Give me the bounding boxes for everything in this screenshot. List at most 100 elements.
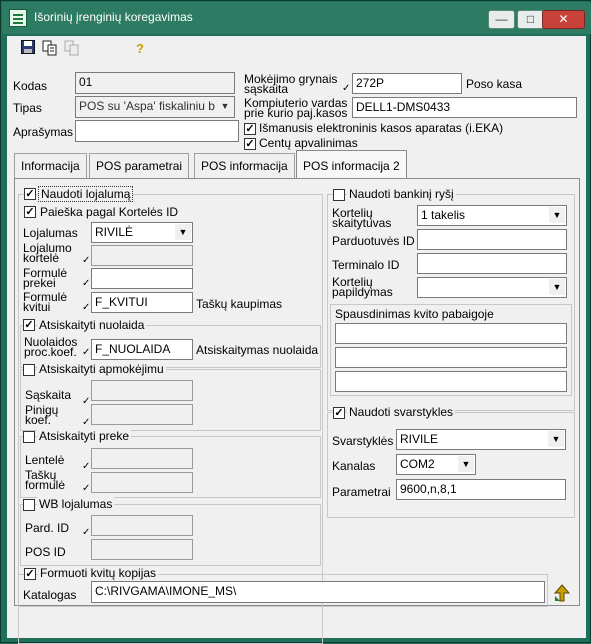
pard-field[interactable] xyxy=(91,515,193,536)
katalogas-field[interactable]: C:\RIVGAMA\IMONE_MS\ xyxy=(91,581,545,603)
pinigu-label: Pinigų koef. xyxy=(25,403,59,427)
copy-icon xyxy=(63,40,81,58)
lojalumas-value: RIVILĖ xyxy=(95,225,134,239)
spausdinimas-line-1[interactable] xyxy=(335,323,567,344)
kvitui-field[interactable]: F_KVITUI xyxy=(91,292,193,313)
prekei-label: Formulė prekei xyxy=(23,266,68,290)
koef-field[interactable]: F_NUOLAIDA xyxy=(91,339,193,360)
tab-pos-parametrai[interactable]: POS parametrai xyxy=(89,153,190,178)
nuolaida-checkbox[interactable]: ✓ xyxy=(23,319,35,331)
pinigu-field[interactable] xyxy=(91,404,193,425)
pard-label: Pard. ID xyxy=(25,521,70,535)
kortele-label: Lojalumo kortelė xyxy=(23,241,72,265)
wb-checkbox[interactable] xyxy=(23,499,35,511)
kvitui-desc: Taškų kaupimas xyxy=(196,297,283,311)
save-icon[interactable] xyxy=(19,40,37,58)
lentele-field[interactable] xyxy=(91,448,193,469)
svarstykles-value: RIVILE xyxy=(400,432,439,446)
app-icon xyxy=(9,9,27,27)
ismanusis-checkbox[interactable]: ✓ xyxy=(244,123,256,135)
papildymas-select[interactable]: ▼ xyxy=(417,277,567,298)
tipas-value: POS su 'Aspa' fiskaliniu b xyxy=(79,99,215,113)
mokejimo-field[interactable]: 272P xyxy=(352,73,462,94)
aprasymas-label: Aprašymas xyxy=(13,125,74,139)
ismanusis-label: Išmanusis elektroninis kasos aparatas (i… xyxy=(259,121,504,135)
window-title: Išorinių įrenginių koregavimas xyxy=(34,10,193,24)
kodas-field[interactable]: 01 xyxy=(75,72,235,94)
pos-id-field[interactable] xyxy=(91,539,193,560)
folder-browse-icon[interactable] xyxy=(553,584,571,602)
mokejimo-desc: Poso kasa xyxy=(466,77,523,91)
terminalo-label: Terminalo ID xyxy=(332,258,400,272)
paieska-checkbox[interactable]: ✓ xyxy=(24,206,36,218)
kortele-field[interactable] xyxy=(91,245,193,266)
terminalo-field[interactable] xyxy=(417,253,567,274)
bankinis-label: Naudoti bankinį ryšį xyxy=(347,187,456,201)
spausdinimas-label: Spausdinimas kvito pabaigoje xyxy=(335,307,494,321)
naudoti-lojaluma-checkbox[interactable]: ✓ xyxy=(24,188,36,200)
wb-label: WB lojalumas xyxy=(37,497,115,511)
saskaita-label: Sąskaita xyxy=(25,388,72,402)
koef-desc: Atsiskaitymas nuolaida xyxy=(196,343,319,357)
spausdinimas-line-3[interactable] xyxy=(335,371,567,392)
print-icon[interactable] xyxy=(41,40,59,58)
parametrai-label: Parametrai xyxy=(332,485,391,499)
chevron-down-icon[interactable]: ▼ xyxy=(549,207,565,223)
chevron-down-icon[interactable]: ▼ xyxy=(175,224,191,240)
chevron-down-icon[interactable]: ▼ xyxy=(217,98,233,114)
paieska-label: Paieška pagal Kortelės ID xyxy=(40,205,179,219)
kopijas-checkbox[interactable]: ✓ xyxy=(24,568,36,580)
kopijas-label: Formuoti kvitų kopijas xyxy=(38,566,159,580)
lojalumas-select[interactable]: RIVILĖ ▼ xyxy=(91,222,193,243)
parduotuves-label: Parduotuvės ID xyxy=(332,234,415,248)
skaitytuvas-value: 1 takelis xyxy=(421,208,466,222)
kanalas-label: Kanalas xyxy=(332,459,376,473)
help-icon[interactable]: ? xyxy=(131,40,149,58)
tab-pos-informacija[interactable]: POS informacija xyxy=(194,153,295,178)
skaitytuvas-select[interactable]: 1 takelis ▼ xyxy=(417,205,567,226)
prekei-field[interactable] xyxy=(91,268,193,289)
minimize-button[interactable]: — xyxy=(488,10,515,29)
tab-pos-informacija-2[interactable]: POS informacija 2 xyxy=(296,150,407,179)
koef-label: Nuolaidos proc.koef. xyxy=(24,335,78,359)
window: Išorinių įrenginių koregavimas — □ ✕ ? K… xyxy=(0,0,591,644)
client-area: ? Kodas 01 Tipas POS su 'Aspa' fiskalini… xyxy=(7,36,586,644)
naudoti-lojaluma-label: Naudoti lojalumą xyxy=(38,186,134,202)
kodas-label: Kodas xyxy=(13,79,48,93)
svarstykles-select[interactable]: RIVILE ▼ xyxy=(396,429,566,450)
apmokejimu-checkbox[interactable] xyxy=(23,364,35,376)
chevron-down-icon[interactable]: ▼ xyxy=(549,279,565,295)
tipas-label: Tipas xyxy=(13,101,42,115)
preke-checkbox[interactable] xyxy=(23,431,35,443)
aprasymas-field[interactable] xyxy=(75,120,239,142)
lojalumas-label: Lojalumas xyxy=(23,226,78,240)
parametrai-field[interactable]: 9600,n,8,1 xyxy=(396,479,566,500)
close-button[interactable]: ✕ xyxy=(542,10,585,29)
pos-id-label: POS ID xyxy=(25,545,66,559)
title-bar[interactable]: Išorinių įrenginių koregavimas — □ ✕ xyxy=(2,2,591,34)
kanalas-value: COM2 xyxy=(400,457,435,471)
chevron-down-icon[interactable]: ▼ xyxy=(548,431,564,447)
katalogas-label: Katalogas xyxy=(23,588,77,602)
preke-label: Atsiskaityti preke xyxy=(37,429,132,443)
papildymas-label: Kortelių papildymas xyxy=(332,275,393,299)
tab-informacija[interactable]: Informacija xyxy=(14,153,87,178)
centu-checkbox[interactable]: ✓ xyxy=(244,138,256,150)
apmokejimu-label: Atsiskaityti apmokėjimu xyxy=(37,362,166,376)
svarstykles-label: Svarstyklės xyxy=(332,434,394,448)
saskaita-field[interactable] xyxy=(91,380,193,401)
kompiuterio-field[interactable]: DELL1-DMS0433 xyxy=(352,97,577,118)
tipas-select[interactable]: POS su 'Aspa' fiskaliniu b ▼ xyxy=(75,96,235,118)
kvitui-label: Formulė kvitui xyxy=(23,290,68,314)
kanalas-select[interactable]: COM2 ▼ xyxy=(396,454,476,475)
chevron-down-icon[interactable]: ▼ xyxy=(458,456,474,472)
mokejimo-label: Mokėjimo grynais sąskaita xyxy=(244,72,338,96)
maximize-button[interactable]: □ xyxy=(517,10,544,29)
parduotuves-field[interactable] xyxy=(417,229,567,250)
bankinis-checkbox[interactable] xyxy=(333,189,345,201)
tasku-field[interactable] xyxy=(91,472,193,493)
spausdinimas-line-2[interactable] xyxy=(335,347,567,368)
lentele-label: Lentelė xyxy=(25,453,65,467)
centu-label: Centų apvalinimas xyxy=(259,136,358,150)
svarstykles-checkbox[interactable]: ✓ xyxy=(333,407,345,419)
